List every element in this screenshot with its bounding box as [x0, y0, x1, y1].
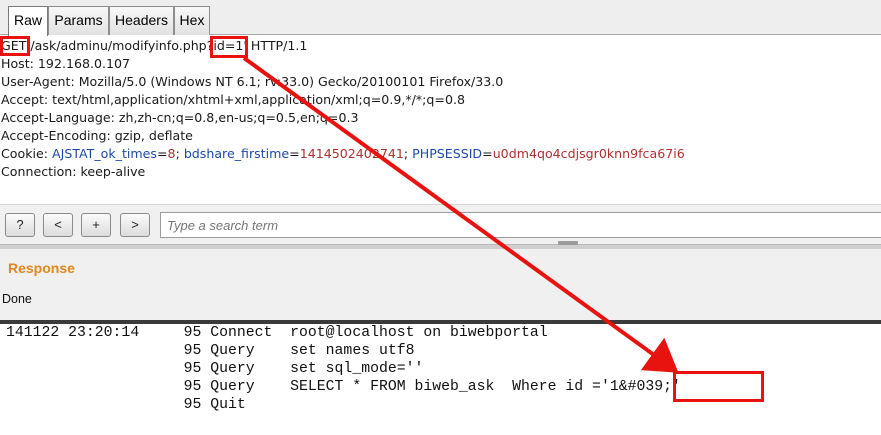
cookie-label: Cookie: [1, 146, 52, 161]
help-button[interactable]: ? [5, 213, 35, 237]
header-connection: Connection: keep-alive [1, 164, 146, 179]
response-status: Done [2, 292, 32, 306]
header-user-agent: User-Agent: Mozilla/5.0 (Windows NT 6.1;… [1, 74, 504, 89]
response-panel [0, 249, 881, 321]
log-line: 95 Query set names utf8 [6, 343, 415, 359]
cookie-value: 1414502402741 [299, 146, 404, 161]
tab-hex[interactable]: Hex [174, 6, 210, 35]
log-line: 141122 23:20:14 95 Connect root@localhos… [6, 325, 548, 341]
cookie-key: PHPSESSID [412, 146, 483, 161]
response-title: Response [8, 260, 75, 276]
request-path: /ask/adminu/modifyinfo.php? [26, 38, 214, 53]
header-cookie: Cookie: AJSTAT_ok_times=8; bdshare_first… [1, 146, 685, 161]
annotation-box-method [0, 36, 30, 56]
cookie-value: u0dm4qo4cdjsgr0knn9fca67i6 [492, 146, 685, 161]
add-button[interactable]: + [81, 213, 111, 237]
header-accept-encoding: Accept-Encoding: gzip, deflate [1, 128, 193, 143]
header-accept-language: Accept-Language: zh,zh-cn;q=0.8,en-us;q=… [1, 110, 359, 125]
header-host: Host: 192.168.0.107 [1, 56, 131, 71]
request-protocol: HTTP/1.1 [246, 38, 308, 53]
log-line: 95 Query SELECT * FROM biweb_ask Where i… [6, 379, 681, 395]
tab-headers[interactable]: Headers [109, 6, 174, 35]
previous-match-button[interactable]: < [43, 213, 73, 237]
next-match-button[interactable]: > [120, 213, 150, 237]
annotation-box-sql-value [673, 371, 764, 402]
request-line: GET /ask/adminu/modifyinfo.php?id=1' HTT… [1, 37, 307, 55]
cookie-value: 8 [167, 146, 176, 161]
splitter-grip[interactable] [558, 241, 578, 245]
cookie-key: AJSTAT_ok_times [52, 146, 157, 161]
tab-raw[interactable]: Raw [8, 6, 48, 36]
log-line: 95 Query set sql_mode='' [6, 361, 424, 377]
message-tab-bar: Raw Params Headers Hex [0, 0, 881, 36]
search-input[interactable] [160, 212, 881, 238]
tab-params[interactable]: Params [48, 6, 109, 35]
log-line: 95 Quit [6, 397, 246, 413]
raw-request-editor[interactable]: GET /ask/adminu/modifyinfo.php?id=1' HTT… [0, 37, 881, 197]
header-accept: Accept: text/html,application/xhtml+xml,… [1, 92, 465, 107]
cookie-key: bdshare_firstime [183, 146, 290, 161]
annotation-box-param [210, 36, 248, 58]
